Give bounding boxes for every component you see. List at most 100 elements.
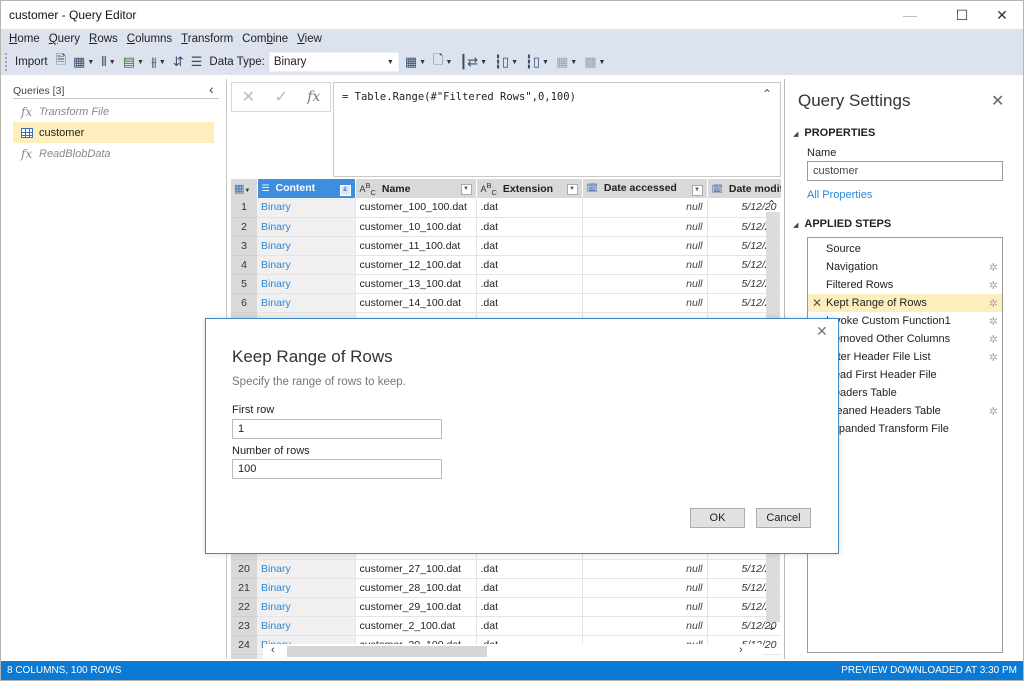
import-button[interactable]: Import [15,56,48,68]
add-column-icon[interactable]: ▦ ▼ [405,54,426,70]
scroll-thumb[interactable] [287,646,487,657]
horizontal-scrollbar[interactable]: ‹ › [263,644,763,659]
insert-function-icon[interactable]: fx [307,89,320,105]
applied-step[interactable]: Source [808,240,1002,258]
ok-button[interactable]: OK [690,508,745,528]
menu-view[interactable]: View [297,33,322,45]
query-item-customer[interactable]: customer [13,122,214,143]
delete-step-icon[interactable]: ✕ [812,296,822,310]
first-row-input[interactable] [232,419,442,439]
scroll-right-icon[interactable]: › [739,644,743,656]
group-by-icon[interactable]: ☰ [191,54,203,70]
query-name-input[interactable] [807,161,1003,181]
step-settings-gear-icon[interactable]: ✲ [989,315,998,328]
cancel-button[interactable]: Cancel [756,508,811,528]
menu-query[interactable]: Query [49,33,80,45]
step-settings-gear-icon[interactable]: ✲ [989,333,998,346]
filter-dropdown-icon[interactable]: ▼ [691,184,703,196]
table-row[interactable]: 1 Binary customer_100_100.dat .dat null 5/12/… [231,198,781,218]
query-label: customer [39,126,85,139]
content-cell[interactable]: Binary [257,217,356,237]
formula-text[interactable]: = Table.Range(#"Filtered Rows",0,100) [342,91,576,103]
data-type-select[interactable]: Binary ▼ [268,52,399,72]
menu-home[interactable]: Home [9,33,40,45]
table-row[interactable]: 3 Binary customer_11_100.dat .dat null 5/12/2… [231,236,781,256]
keep-rows-icon[interactable]: ▤ ▼ [123,54,144,70]
filter-dropdown-icon[interactable]: ▼ [460,183,472,195]
filter-dropdown-icon[interactable]: ▼ [566,183,578,195]
column-header-extension[interactable]: ABC Extension ▼ [476,179,583,198]
scroll-down-icon[interactable]: ⌄ [767,620,776,633]
content-cell[interactable]: Binary [257,274,356,294]
scroll-left-icon[interactable]: ‹ [271,644,275,656]
date-accessed-cell: null [582,293,708,313]
all-properties-link[interactable]: All Properties [807,189,872,201]
column-header-name[interactable]: ABC Name ▼ [355,179,477,198]
merge-columns-icon[interactable]: ┃⇄ ▼ [459,54,487,70]
choose-columns-icon[interactable]: ⫴ ▼ [101,54,115,70]
split-column-icon[interactable]: ⫵ ▼ [151,54,166,70]
column-header-content[interactable]: ☰ Content ⇊ [257,179,356,198]
applied-step[interactable]: Navigation ✲ [808,258,1002,276]
column-header-date-accessed[interactable]: 🗓 Date accessed ▼ [582,179,708,198]
close-settings-icon[interactable]: ✕ [991,91,1004,111]
index-column-icon[interactable]: ┇▯ ▼ [525,54,549,70]
row-number: 3 [231,236,257,256]
table-row[interactable]: 22 Binary customer_29_100.dat .dat null 5/12/… [231,597,781,617]
refresh-preview-icon[interactable]: 🗎 [56,51,66,73]
table-icon[interactable]: ▦ ▼ [73,54,94,70]
step-settings-gear-icon[interactable]: ✲ [989,405,998,418]
text-type-icon: ABC [359,180,376,197]
applied-steps-section-header[interactable]: ◢ APPLIED STEPS [793,218,891,230]
minimize-button[interactable]: — [887,1,933,29]
table-row[interactable]: 5 Binary customer_13_100.dat .dat null 5/12/2… [231,274,781,294]
menu-rows[interactable]: Rows [89,33,118,45]
formula-bar[interactable]: = Table.Range(#"Filtered Rows",0,100) ⌃ [333,82,781,177]
table-row[interactable]: 20 Binary customer_27_100.dat .dat null 5/12/… [231,559,781,579]
step-settings-gear-icon[interactable]: ✲ [989,279,998,292]
content-cell[interactable]: Binary [257,597,356,617]
content-cell[interactable]: Binary [257,293,356,313]
expand-column-icon[interactable]: ⇊ [339,184,351,196]
step-label: Filter Header File List [826,351,931,363]
content-cell[interactable]: Binary [257,578,356,598]
table-row[interactable]: 21 Binary customer_28_100.dat .dat null 5/12/… [231,578,781,598]
properties-section-header[interactable]: ◢ PROPERTIES [793,127,875,139]
select-all-table-icon[interactable]: ▦▼ [231,179,258,198]
content-cell[interactable]: Binary [257,198,356,218]
content-cell[interactable]: Binary [257,236,356,256]
table-row[interactable]: 4 Binary customer_12_100.dat .dat null 5/12/2… [231,255,781,275]
sort-icon[interactable]: ⇵ [173,54,184,70]
applied-step[interactable]: ✕ Kept Range of Rows ✲ [808,294,1002,312]
menu-columns[interactable]: Columns [127,33,172,45]
applied-step[interactable]: Filtered Rows ✲ [808,276,1002,294]
menu-transform[interactable]: Transform [181,33,233,45]
close-window-button[interactable]: ✕ [979,1,1024,29]
new-source-icon[interactable]: 🗋 ▼ [433,51,452,73]
collapse-formula-icon[interactable]: ⌃ [762,87,772,101]
menu-bar: Home Query Rows Columns Transform Combine View [1,29,1023,49]
table-row[interactable]: 23 Binary customer_2_100.dat .dat null 5/12/2… [231,616,781,636]
step-settings-gear-icon[interactable]: ✲ [989,297,998,310]
content-cell[interactable]: Binary [257,559,356,579]
step-settings-gear-icon[interactable]: ✲ [989,261,998,274]
menu-combine[interactable]: Combine [242,33,288,45]
query-item-transform-file[interactable]: fx Transform File [13,101,214,122]
content-cell[interactable]: Binary [257,616,356,636]
collapse-pane-icon[interactable]: ‹ [209,81,214,97]
insert-column-icon[interactable]: ┇▯ ▼ [494,54,518,70]
column-header-date-modified[interactable]: 🗓 Date modif [707,179,781,198]
content-cell[interactable]: Binary [257,255,356,275]
table-row[interactable]: 6 Binary customer_14_100.dat .dat null 5/12/2… [231,293,781,313]
query-item-readblobdata[interactable]: fx ReadBlobData [13,143,214,164]
cancel-formula-icon[interactable]: ✕ [242,87,255,107]
close-dialog-icon[interactable]: ✕ [816,323,828,340]
commit-formula-icon[interactable]: ✓ [274,87,287,107]
number-of-rows-input[interactable] [232,459,442,479]
scroll-up-icon[interactable]: ⌃ [767,198,776,211]
schedule-icon[interactable]: ▦ ▼ [556,54,577,70]
table-row[interactable]: 2 Binary customer_10_100.dat .dat null 5/12/2… [231,217,781,237]
toolbar-grip[interactable] [5,53,9,71]
combine-icon[interactable]: ▩ ▼ [584,54,605,70]
step-settings-gear-icon[interactable]: ✲ [989,351,998,364]
